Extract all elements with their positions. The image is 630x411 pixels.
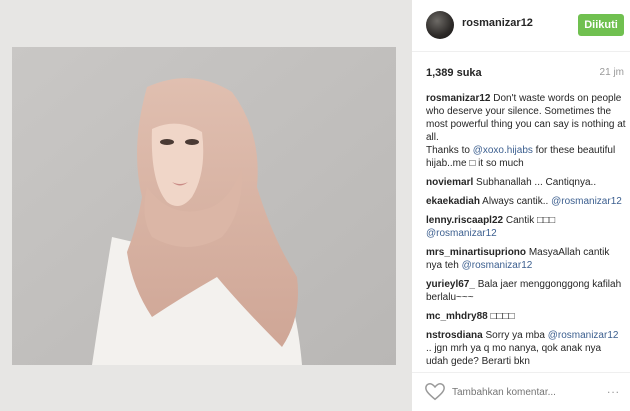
comment-username[interactable]: yurieyl67_	[426, 279, 475, 290]
caption-mention[interactable]: @xoxo.hijabs	[473, 145, 533, 156]
photo-area	[0, 0, 412, 411]
list-item: lenny.riscaapl22 Cantik □□□ @rosmanizar1…	[426, 214, 626, 240]
post-header: rosmanizar12 Diikuti	[412, 0, 630, 52]
post-photo[interactable]	[12, 47, 396, 365]
post-panel: rosmanizar12 Diikuti 1,389 suka 21 jm ro…	[412, 0, 630, 411]
comment-footer: ...	[412, 372, 630, 411]
caption-username[interactable]: rosmanizar12	[426, 93, 490, 104]
more-options-icon[interactable]: ...	[607, 382, 620, 396]
comment-username[interactable]: ekaekadiah	[426, 196, 480, 207]
list-item: ekaekadiah Always cantik.. @rosmanizar12	[426, 195, 626, 208]
follow-button[interactable]: Diikuti	[578, 14, 624, 36]
comment-username[interactable]: mrs_minartisupriono	[426, 247, 526, 258]
comment-username[interactable]: mc_mhdry88	[426, 311, 488, 322]
comments-list: rosmanizar12 Don't waste words on people…	[426, 92, 626, 372]
username-link[interactable]: rosmanizar12	[462, 17, 533, 29]
comment-text-2: .. jgn mrh ya q mo nanya, qok anak nya u…	[426, 343, 602, 367]
list-item: yurieyl67_ Bala jaer menggonggong kafila…	[426, 278, 626, 304]
list-item: noviemarl Subhanallah ... Cantiqnya..	[426, 176, 626, 189]
list-item: nstrosdiana Sorry ya mba @rosmanizar12 .…	[426, 329, 626, 368]
comment-input[interactable]	[452, 383, 602, 401]
comment-text: Always cantik..	[482, 196, 549, 207]
list-item: mrs_minartisupriono MasyaAllah cantik ny…	[426, 246, 626, 272]
comment-username[interactable]: nstrosdiana	[426, 330, 483, 341]
comment-mention[interactable]: @rosmanizar12	[548, 330, 619, 341]
comment-text: Subhanallah ... Cantiqnya..	[476, 177, 597, 188]
comment-mention[interactable]: @rosmanizar12	[551, 196, 622, 207]
heart-icon[interactable]	[424, 381, 446, 403]
caption: rosmanizar12 Don't waste words on people…	[426, 92, 626, 170]
comment-username[interactable]: lenny.riscaapl22	[426, 215, 503, 226]
likes-count[interactable]: 1,389 suka	[426, 67, 482, 79]
comment-text: Sorry ya mba	[485, 330, 545, 341]
avatar[interactable]	[426, 11, 454, 39]
comment-mention[interactable]: @rosmanizar12	[462, 260, 533, 271]
comment-text: □□□□	[490, 311, 515, 322]
post-time[interactable]: 21 jm	[600, 67, 624, 78]
comment-username[interactable]: noviemarl	[426, 177, 473, 188]
comment-mention[interactable]: @rosmanizar12	[426, 228, 497, 239]
comment-text: Cantik □□□	[505, 215, 556, 226]
caption-thanks: Thanks to	[426, 145, 470, 156]
photo-image	[12, 47, 396, 365]
list-item: mc_mhdry88 □□□□	[426, 310, 626, 323]
